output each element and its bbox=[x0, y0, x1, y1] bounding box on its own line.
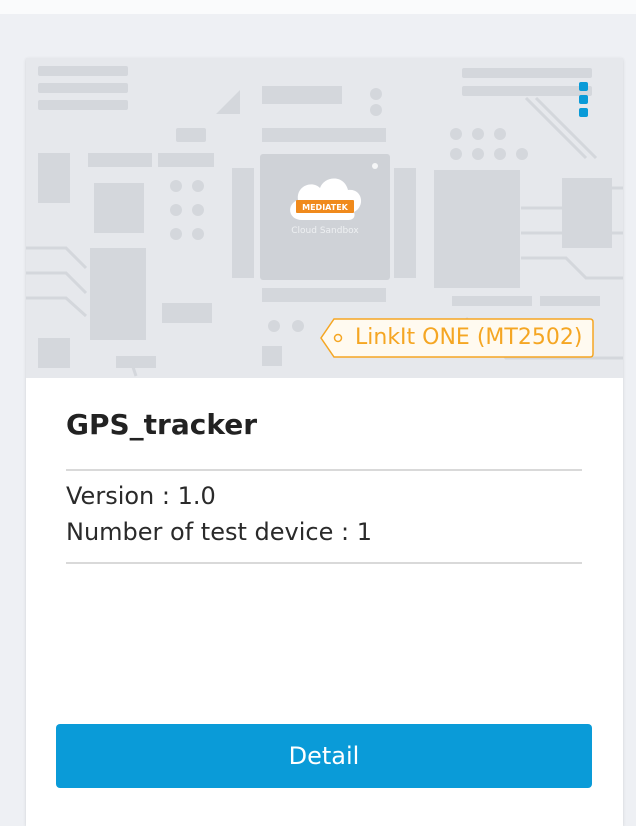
divider-top bbox=[66, 469, 582, 471]
chip-dot bbox=[372, 163, 378, 169]
mediatek-cloud-logo: MEDIATEK bbox=[290, 178, 362, 220]
version-text: Version : 1.0 bbox=[66, 482, 216, 510]
project-card: MEDIATEK Cloud Sandbox LinkIt ONE (MT250… bbox=[26, 58, 623, 826]
board-badge: LinkIt ONE (MT2502) bbox=[320, 318, 594, 358]
board-banner: MEDIATEK Cloud Sandbox LinkIt ONE (MT250… bbox=[26, 58, 623, 378]
board-label: LinkIt ONE (MT2502) bbox=[355, 325, 583, 350]
chip-graphic: MEDIATEK Cloud Sandbox bbox=[260, 154, 390, 280]
logo-subtitle: Cloud Sandbox bbox=[291, 226, 359, 236]
project-title: GPS_tracker bbox=[66, 408, 258, 441]
test-device-text: Number of test device : 1 bbox=[66, 518, 372, 546]
top-bar bbox=[0, 0, 636, 14]
more-vertical-icon[interactable] bbox=[575, 82, 591, 124]
detail-button[interactable]: Detail bbox=[56, 724, 592, 788]
logo-brand-text: MEDIATEK bbox=[302, 203, 349, 212]
divider-bottom bbox=[66, 562, 582, 564]
